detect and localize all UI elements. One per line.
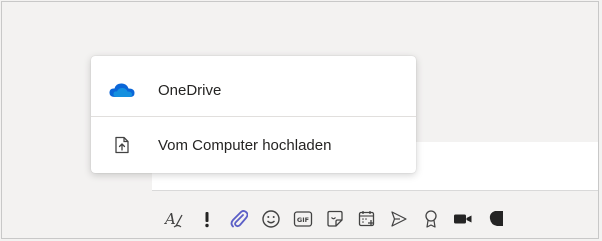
gif-icon: GIF	[293, 210, 313, 228]
svg-text:A: A	[164, 210, 176, 228]
format-icon: A	[164, 209, 186, 229]
app-frame: g A	[1, 1, 599, 239]
menu-item-onedrive[interactable]: OneDrive	[91, 62, 416, 118]
video-button[interactable]	[450, 206, 476, 232]
praise-icon	[422, 209, 440, 229]
menu-item-label: OneDrive	[158, 81, 222, 99]
menu-item-upload-from-computer[interactable]: Vom Computer hochladen	[91, 117, 416, 173]
attach-button[interactable]	[226, 206, 252, 232]
svg-text:GIF: GIF	[297, 216, 309, 224]
priority-icon	[203, 210, 211, 228]
emoji-button[interactable]	[258, 206, 284, 232]
schedule-meeting-button[interactable]	[354, 206, 380, 232]
attach-menu: OneDrive Vom Computer hochladen	[91, 56, 416, 173]
compose-toolbar: A GIF	[162, 202, 508, 236]
menu-item-label: Vom Computer hochladen	[158, 136, 332, 154]
format-button[interactable]: A	[162, 206, 188, 232]
sticker-button[interactable]	[322, 206, 348, 232]
stream-button[interactable]	[386, 206, 412, 232]
attach-icon	[230, 209, 248, 229]
upload-file-icon	[108, 131, 136, 159]
more-button[interactable]	[482, 206, 508, 232]
schedule-meeting-icon	[357, 209, 377, 229]
sticker-icon	[325, 209, 345, 229]
emoji-icon	[261, 209, 281, 229]
praise-button[interactable]	[418, 206, 444, 232]
stream-icon	[389, 209, 409, 229]
gif-button[interactable]: GIF	[290, 206, 316, 232]
video-icon	[452, 211, 474, 227]
more-icon	[487, 209, 503, 229]
priority-button[interactable]	[194, 206, 220, 232]
onedrive-cloud-icon	[108, 76, 136, 104]
